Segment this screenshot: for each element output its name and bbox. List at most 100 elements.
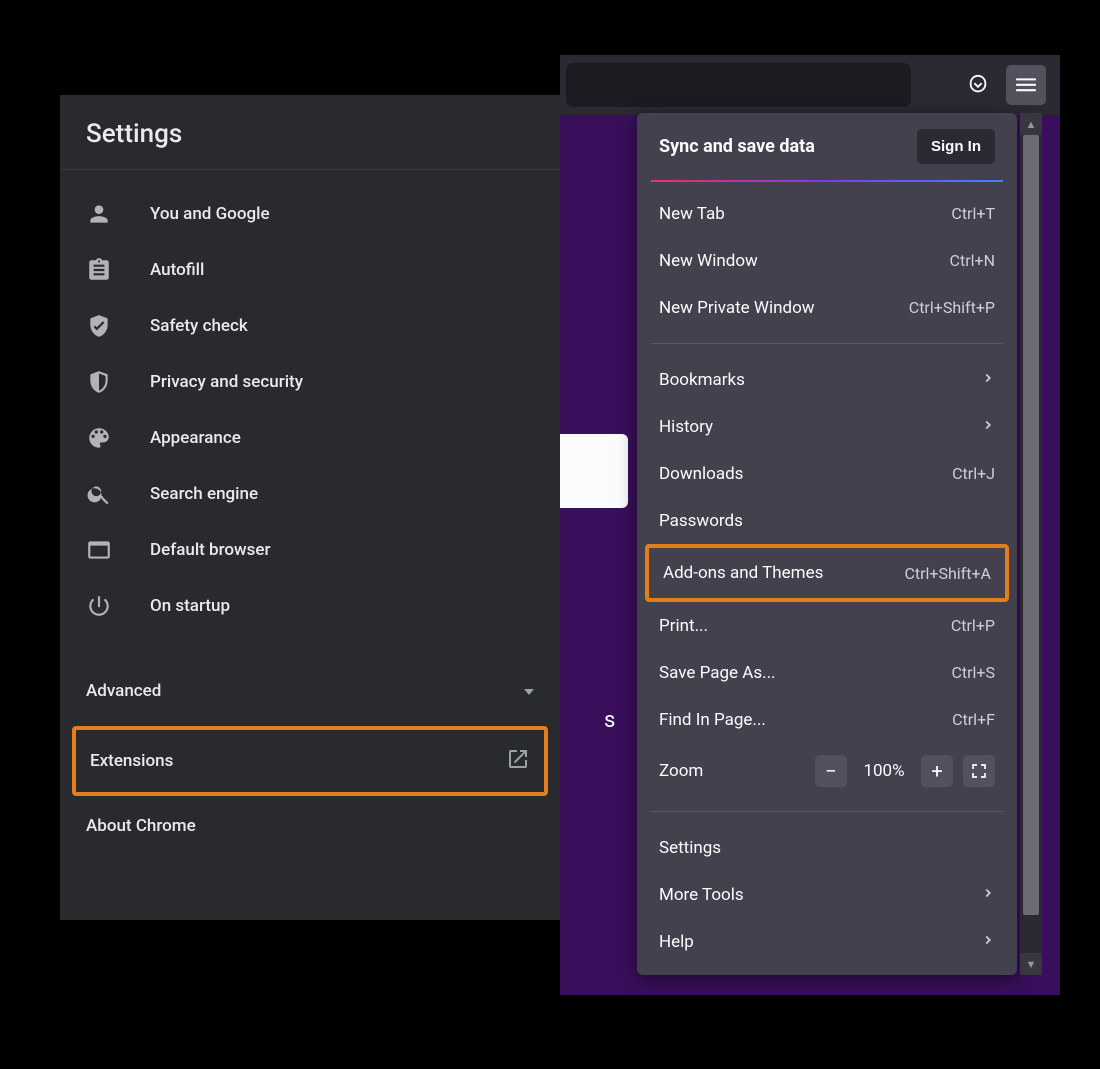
browser-icon	[86, 537, 150, 563]
sync-title: Sync and save data	[659, 136, 815, 157]
menu-label: Print...	[659, 616, 708, 636]
separator	[651, 343, 1003, 344]
menu-item-more-tools[interactable]: More Tools	[637, 871, 1017, 918]
settings-item-search-engine[interactable]: Search engine	[60, 466, 560, 522]
separator	[651, 811, 1003, 812]
hamburger-menu-button[interactable]	[1006, 65, 1046, 105]
url-bar[interactable]	[566, 63, 911, 107]
chevron-down-icon	[524, 684, 534, 698]
menu-shortcut: Ctrl+Shift+A	[904, 564, 991, 583]
advanced-label: Advanced	[86, 681, 161, 701]
menu-item-passwords[interactable]: Passwords	[637, 497, 1017, 544]
firefox-toolbar	[560, 55, 1060, 115]
addons-highlight: Add-ons and Themes Ctrl+Shift+A	[645, 544, 1009, 602]
scrollbar-track[interactable]	[1020, 135, 1042, 953]
scroll-down-arrow[interactable]: ▼	[1020, 953, 1042, 975]
menu-label: Bookmarks	[659, 370, 745, 390]
settings-item-autofill[interactable]: Autofill	[60, 242, 560, 298]
sign-in-button[interactable]: Sign In	[917, 129, 995, 164]
about-label: About Chrome	[86, 816, 196, 836]
pocket-icon[interactable]	[962, 69, 994, 101]
menu-item-help[interactable]: Help	[637, 918, 1017, 965]
menu-label: More Tools	[659, 885, 744, 905]
settings-item-label: You and Google	[150, 204, 270, 224]
chrome-settings-panel: Settings You and Google Autofill Safety …	[60, 95, 560, 920]
menu-shortcut: Ctrl+N	[950, 251, 995, 270]
extensions-highlight: Extensions	[72, 726, 548, 796]
chevron-right-icon	[981, 932, 995, 952]
menu-label: History	[659, 417, 713, 437]
menu-item-print[interactable]: Print... Ctrl+P	[637, 602, 1017, 649]
settings-item-appearance[interactable]: Appearance	[60, 410, 560, 466]
menu-label: Find In Page...	[659, 710, 766, 730]
scrollbar-thumb[interactable]	[1023, 135, 1039, 915]
settings-item-you-and-google[interactable]: You and Google	[60, 186, 560, 242]
settings-item-safety-check[interactable]: Safety check	[60, 298, 560, 354]
power-icon	[86, 593, 150, 619]
menu-item-save-page[interactable]: Save Page As... Ctrl+S	[637, 649, 1017, 696]
settings-title: Settings	[60, 95, 560, 170]
menu-item-history[interactable]: History	[637, 403, 1017, 450]
settings-item-label: Privacy and security	[150, 372, 303, 392]
settings-item-label: Search engine	[150, 484, 258, 504]
settings-items: You and Google Autofill Safety check Pri…	[60, 170, 560, 648]
shield-check-icon	[86, 313, 150, 339]
menu-item-new-private-window[interactable]: New Private Window Ctrl+Shift+P	[637, 284, 1017, 331]
menu-label: Settings	[659, 838, 721, 858]
menu-shortcut: Ctrl+Shift+P	[909, 298, 995, 317]
palette-icon	[86, 425, 150, 451]
zoom-value: 100%	[857, 761, 911, 781]
firefox-app-menu: Sync and save data Sign In New Tab Ctrl+…	[637, 113, 1017, 975]
zoom-in-button[interactable]: +	[921, 755, 953, 787]
menu-section-more: Settings More Tools Help	[637, 816, 1017, 973]
settings-advanced[interactable]: Advanced	[60, 666, 560, 716]
content-fragment	[560, 434, 628, 508]
menu-shortcut: Ctrl+F	[952, 710, 995, 729]
menu-label: Downloads	[659, 464, 743, 484]
settings-item-default-browser[interactable]: Default browser	[60, 522, 560, 578]
settings-item-label: Appearance	[150, 428, 241, 448]
settings-item-label: On startup	[150, 596, 230, 616]
content-text-fragment: s	[604, 708, 615, 733]
settings-item-privacy[interactable]: Privacy and security	[60, 354, 560, 410]
sync-header: Sync and save data Sign In	[637, 113, 1017, 180]
menu-item-downloads[interactable]: Downloads Ctrl+J	[637, 450, 1017, 497]
fullscreen-button[interactable]	[963, 755, 995, 787]
settings-item-about[interactable]: About Chrome	[60, 796, 560, 856]
menu-label: Save Page As...	[659, 663, 776, 683]
menu-item-find[interactable]: Find In Page... Ctrl+F	[637, 696, 1017, 743]
menu-label: Help	[659, 932, 694, 952]
menu-label: Passwords	[659, 511, 743, 531]
settings-item-on-startup[interactable]: On startup	[60, 578, 560, 634]
scroll-up-arrow[interactable]: ▲	[1020, 113, 1042, 135]
zoom-label: Zoom	[659, 761, 805, 781]
menu-section-library: Bookmarks History Downloads Ctrl+J Passw…	[637, 348, 1017, 807]
menu-shortcut: Ctrl+J	[952, 464, 995, 483]
menu-item-addons[interactable]: Add-ons and Themes Ctrl+Shift+A	[649, 548, 1005, 598]
menu-item-settings[interactable]: Settings	[637, 824, 1017, 871]
menu-item-new-window[interactable]: New Window Ctrl+N	[637, 237, 1017, 284]
settings-item-extensions[interactable]: Extensions	[76, 730, 544, 792]
menu-label: Add-ons and Themes	[663, 563, 823, 583]
menu-label: New Tab	[659, 204, 725, 224]
settings-item-label: Safety check	[150, 316, 248, 336]
menu-shortcut: Ctrl+P	[951, 616, 995, 635]
menu-shortcut: Ctrl+S	[951, 663, 995, 682]
menu-label: New Private Window	[659, 298, 815, 318]
menu-item-bookmarks[interactable]: Bookmarks	[637, 356, 1017, 403]
menu-item-new-tab[interactable]: New Tab Ctrl+T	[637, 190, 1017, 237]
clipboard-icon	[86, 257, 150, 283]
extensions-label: Extensions	[90, 751, 173, 771]
settings-item-label: Autofill	[150, 260, 204, 280]
menu-label: New Window	[659, 251, 758, 271]
chevron-right-icon	[981, 417, 995, 437]
zoom-out-button[interactable]: −	[815, 755, 847, 787]
chevron-right-icon	[981, 370, 995, 390]
vertical-scrollbar[interactable]: ▲ ▼	[1020, 113, 1042, 975]
menu-item-zoom: Zoom − 100% +	[637, 743, 1017, 799]
chevron-right-icon	[981, 885, 995, 905]
shield-icon	[86, 369, 150, 395]
settings-item-label: Default browser	[150, 540, 271, 560]
person-icon	[86, 201, 150, 227]
search-icon	[86, 481, 150, 507]
